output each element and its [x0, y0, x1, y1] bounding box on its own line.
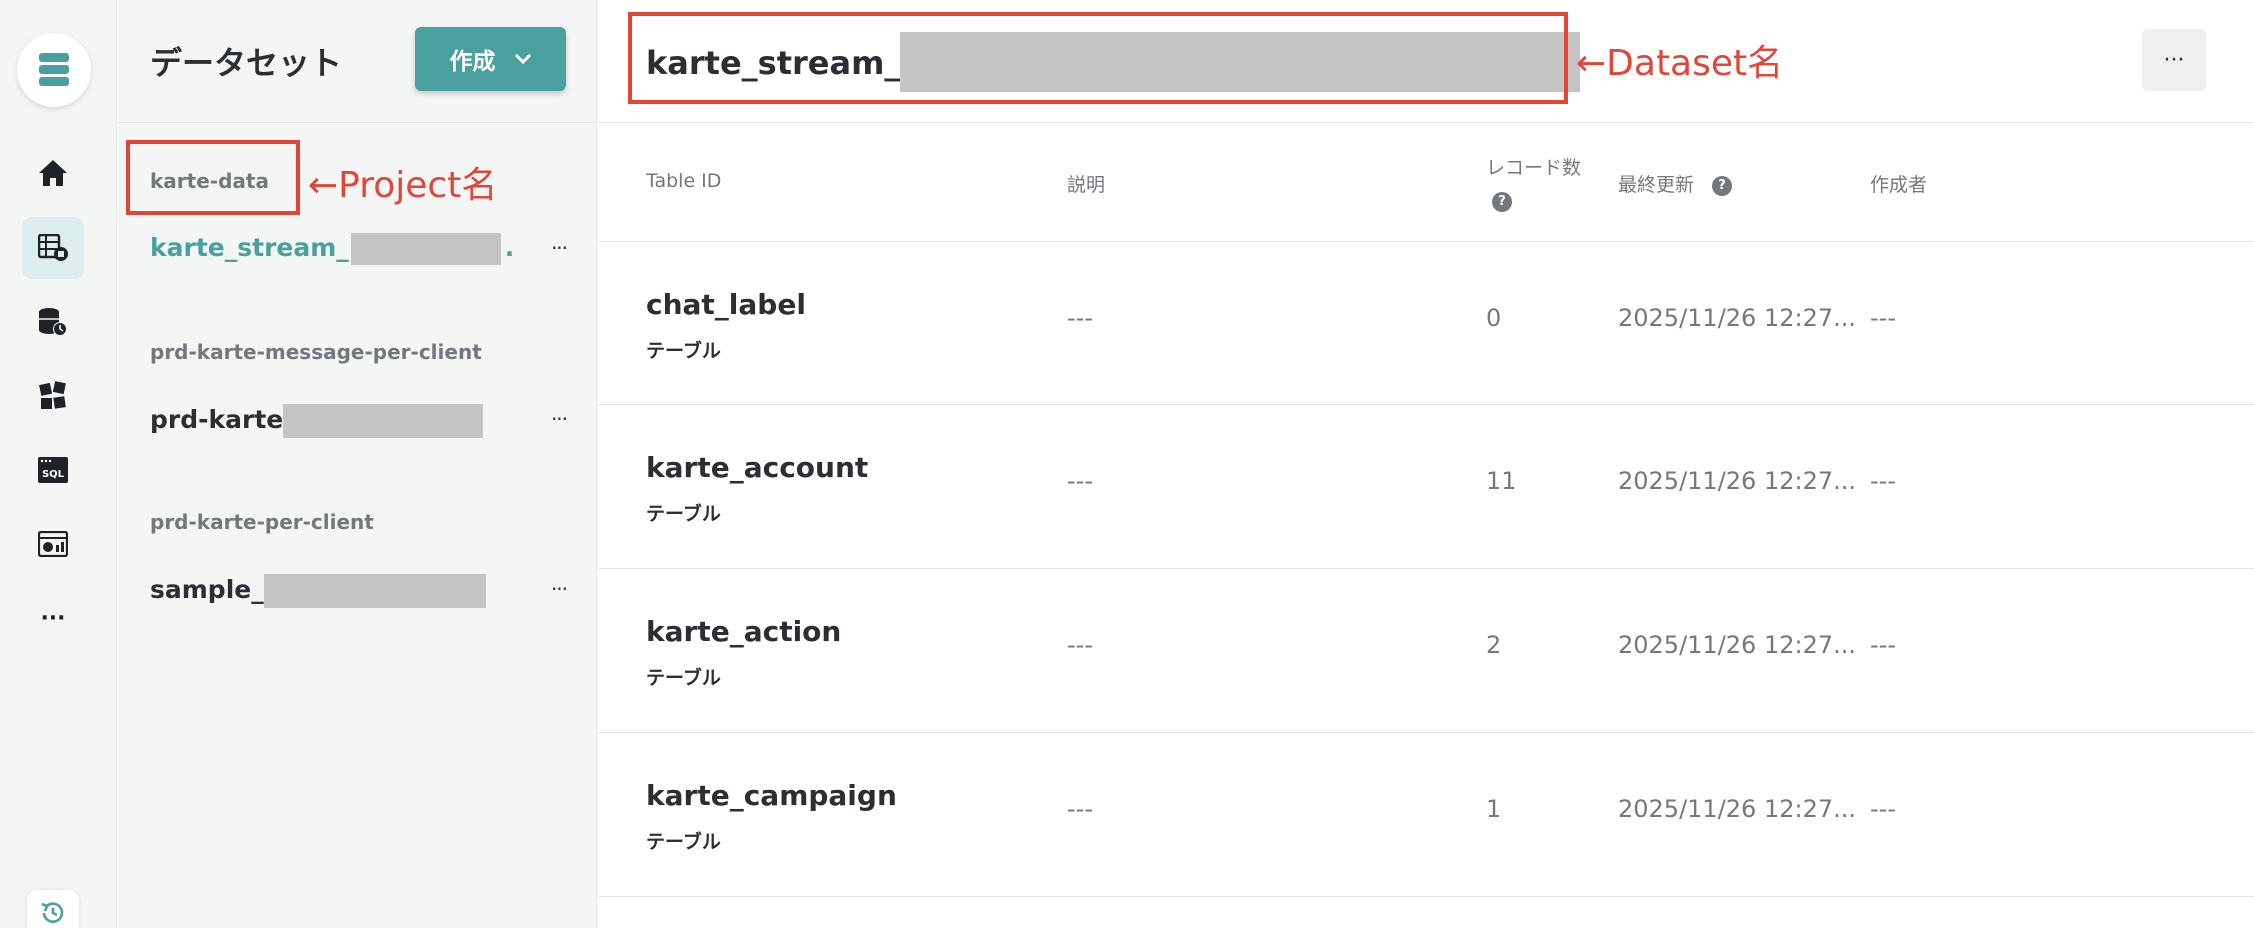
table-id[interactable]: karte_account — [646, 451, 868, 484]
dataset-icon[interactable] — [22, 217, 84, 279]
help-icon[interactable]: ? — [1712, 175, 1733, 196]
icon-rail: SQL ··· — [0, 0, 117, 928]
table-description: --- — [1067, 795, 1093, 823]
column-header-creator[interactable]: 作成者 — [1870, 170, 1927, 197]
sidebar-dataset-item[interactable]: sample_ ··· — [118, 560, 597, 620]
table-row[interactable]: karte_account テーブル --- 11 2025/11/26 12:… — [598, 405, 2254, 569]
sidebar-dataset-item[interactable]: prd-karte ··· — [118, 390, 597, 450]
more-icon[interactable]: ··· — [22, 587, 84, 649]
table-row[interactable]: karte_action テーブル --- 2 2025/11/26 12:27… — [598, 569, 2254, 733]
table-id[interactable]: chat_label — [646, 288, 806, 321]
dataset-name: sample_ — [150, 574, 486, 608]
table-description: --- — [1067, 631, 1093, 659]
dataset-more-button[interactable]: ··· — [2142, 29, 2206, 91]
table-description: --- — [1067, 304, 1093, 332]
dashboard-icon[interactable] — [22, 513, 84, 575]
create-button[interactable]: 作成 — [415, 27, 566, 91]
redaction — [350, 233, 501, 265]
sidebar-header: データセット 作成 — [118, 0, 597, 123]
chevron-down-icon — [514, 53, 531, 65]
dataset-annotation-box — [628, 12, 1568, 104]
history-icon[interactable] — [27, 890, 79, 928]
column-header-description[interactable]: 説明 — [1067, 170, 1105, 197]
table-updated: 2025/11/26 12:27... — [1618, 304, 1857, 332]
create-button-label: 作成 — [449, 49, 496, 75]
table-type: テーブル — [646, 503, 721, 525]
column-header-records-label: レコード数 — [1486, 157, 1582, 179]
column-header-updated[interactable]: 最終更新 ? — [1618, 170, 1733, 197]
table-updated: 2025/11/26 12:27... — [1618, 795, 1857, 823]
table-records: 1 — [1486, 795, 1502, 823]
redaction — [283, 404, 484, 438]
dataset-more-icon[interactable]: ··· — [542, 231, 576, 265]
dataset-name: karte_stream_. — [150, 233, 514, 265]
blocks-icon[interactable] — [22, 365, 84, 427]
table-description: --- — [1067, 467, 1093, 495]
help-icon[interactable]: ? — [1492, 191, 1512, 212]
more-icon-label: ··· — [40, 605, 66, 631]
table-type: テーブル — [646, 340, 721, 362]
project-annotation-label: ←Project名 — [308, 165, 498, 206]
project-label: prd-karte-message-per-client — [150, 340, 482, 364]
sidebar-dataset-item[interactable]: karte_stream_. ··· — [118, 219, 597, 279]
table-records: 0 — [1486, 304, 1502, 332]
project-label: prd-karte-per-client — [150, 510, 374, 534]
data-storage-icon[interactable] — [22, 291, 84, 353]
table-creator: --- — [1870, 795, 1896, 823]
home-icon[interactable] — [22, 142, 84, 204]
table-creator: --- — [1870, 631, 1896, 659]
project-annotation-box — [126, 140, 300, 215]
table-id[interactable]: karte_campaign — [646, 779, 897, 812]
dataset-detail: karte_stream_ ··· Table ID 説明 レコード数 ? 最終… — [598, 0, 2254, 928]
column-header-records[interactable]: レコード数 ? — [1486, 153, 1581, 212]
column-header-updated-label: 最終更新 — [1618, 174, 1695, 196]
column-header-table-id[interactable]: Table ID — [646, 170, 721, 192]
table-records: 11 — [1486, 467, 1517, 495]
database-logo-icon[interactable] — [17, 33, 91, 107]
table-records: 2 — [1486, 631, 1502, 659]
dataset-more-icon[interactable]: ··· — [542, 572, 576, 606]
sql-icon-label: SQL — [42, 469, 65, 480]
dataset-annotation-label: ←Dataset名 — [1576, 43, 1784, 84]
table-creator: --- — [1870, 304, 1896, 332]
table-updated: 2025/11/26 12:27... — [1618, 631, 1857, 659]
dataset-more-icon[interactable]: ··· — [542, 402, 576, 436]
redaction — [263, 574, 486, 608]
table-type: テーブル — [646, 667, 721, 689]
sidebar-title: データセット — [150, 44, 343, 82]
table-row[interactable]: chat_label テーブル --- 0 2025/11/26 12:27..… — [598, 241, 2254, 405]
table-row[interactable]: karte_campaign テーブル --- 1 2025/11/26 12:… — [598, 733, 2254, 897]
sql-icon[interactable]: SQL — [22, 439, 84, 501]
table-type: テーブル — [646, 831, 721, 853]
table-id[interactable]: karte_action — [646, 615, 841, 648]
table-updated: 2025/11/26 12:27... — [1618, 467, 1857, 495]
dataset-name: prd-karte — [150, 404, 484, 438]
table-creator: --- — [1870, 467, 1896, 495]
